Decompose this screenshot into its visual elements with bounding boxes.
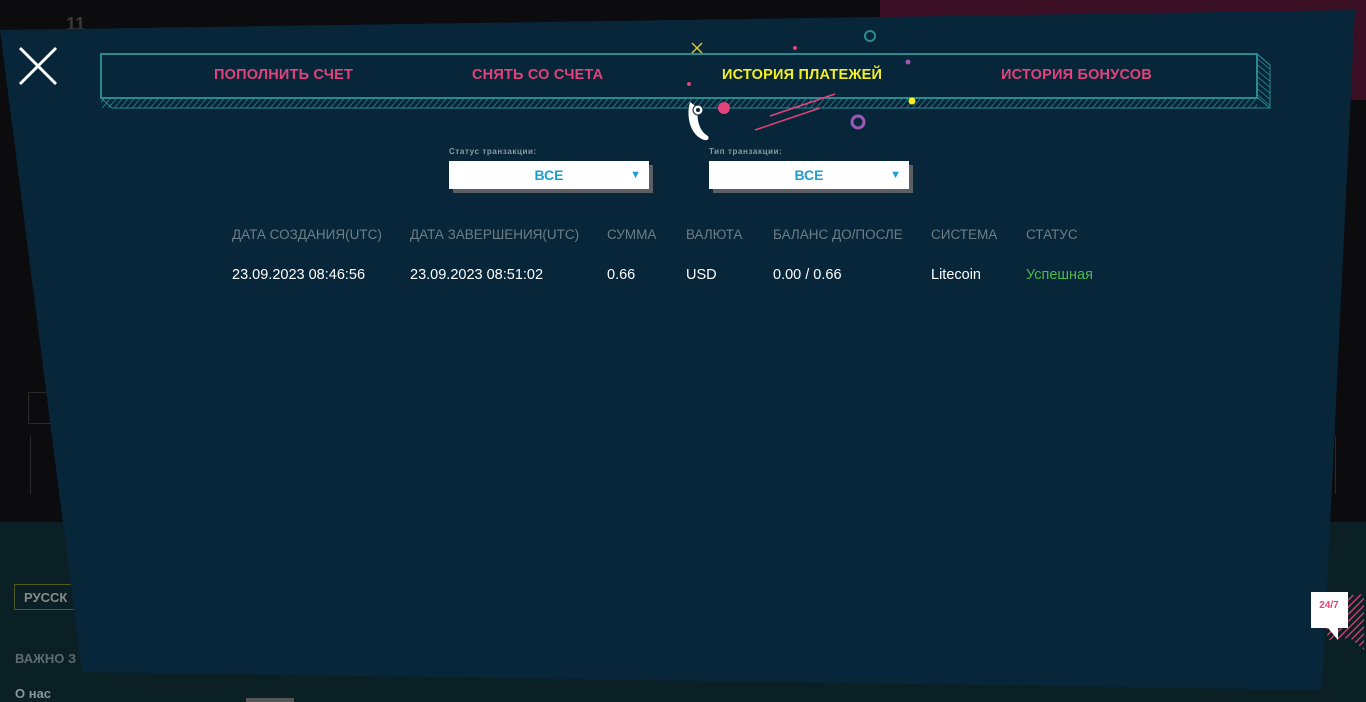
- cell-completed: 23.09.2023 08:51:02: [410, 267, 544, 283]
- tab-payment-history[interactable]: ИСТОРИЯ ПЛАТЕЖЕЙ: [722, 67, 882, 83]
- cell-status: Успешная: [1026, 267, 1093, 283]
- column-header-amount: СУММА: [607, 227, 657, 242]
- tab-withdraw[interactable]: СНЯТЬ СО СЧЕТА: [472, 67, 603, 83]
- cell-amount: 0.66: [607, 267, 636, 283]
- cell-created: 23.09.2023 08:46:56: [232, 267, 366, 283]
- background-scroll-indicator: [246, 698, 294, 702]
- type-filter-select[interactable]: ВСЕ ▼: [709, 161, 909, 189]
- type-filter-value: ВСЕ: [794, 167, 824, 183]
- triangle-down-icon: ▼: [630, 169, 641, 181]
- status-filter-value: ВСЕ: [534, 167, 564, 183]
- type-filter-label: Тип транзакции:: [709, 147, 783, 156]
- status-filter-label: Статус транзакции:: [449, 147, 537, 156]
- status-filter-select[interactable]: ВСЕ ▼: [449, 161, 649, 189]
- column-header-completed: ДАТА ЗАВЕРШЕНИЯ(UTC): [410, 227, 580, 242]
- cell-currency: USD: [686, 267, 717, 283]
- column-header-balance: БАЛАНС ДО/ПОСЛЕ: [773, 227, 903, 242]
- column-header-currency: ВАЛЮТА: [686, 227, 743, 242]
- support-chat-button[interactable]: 24/7: [1308, 590, 1366, 654]
- footer-important-heading: ВАЖНО З: [15, 651, 77, 666]
- triangle-down-icon: ▼: [890, 169, 901, 181]
- column-header-created: ДАТА СОЗДАНИЯ(UTC): [232, 227, 382, 242]
- column-header-system: СИСТЕМА: [931, 227, 998, 242]
- cell-balance: 0.00 / 0.66: [773, 267, 842, 283]
- column-header-status: СТАТУС: [1026, 227, 1078, 242]
- cell-system: Litecoin: [931, 267, 981, 283]
- tab-bonus-history[interactable]: ИСТОРИЯ БОНУСОВ: [1001, 67, 1152, 83]
- close-icon[interactable]: [16, 44, 60, 88]
- footer-about-link[interactable]: О нас: [15, 686, 51, 701]
- support-label: 24/7: [1319, 600, 1339, 611]
- tab-deposit[interactable]: ПОПОЛНИТЬ СЧЕТ: [214, 67, 353, 83]
